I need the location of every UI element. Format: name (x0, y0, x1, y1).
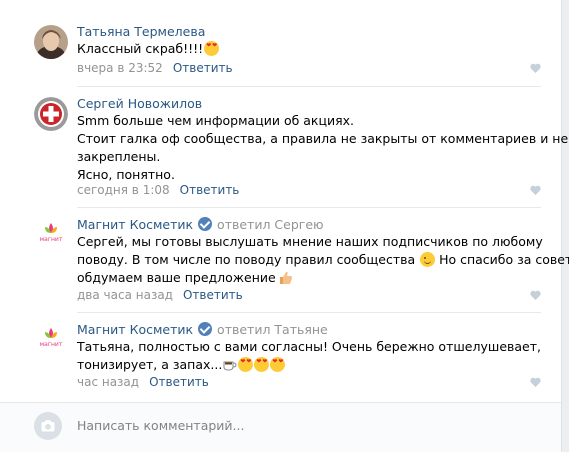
verified-icon (198, 217, 213, 231)
comment-time[interactable]: сегодня в 1:08 (77, 183, 170, 197)
avatar[interactable] (34, 25, 68, 59)
heart-eyes-emoji (204, 41, 220, 56)
logo-text: магнит (40, 236, 63, 243)
heart-icon[interactable] (530, 185, 541, 195)
comment-time[interactable]: вчера в 23:52 (77, 61, 163, 75)
divider (77, 207, 541, 208)
avatar[interactable] (34, 97, 68, 131)
comment-text: Татьяна, полностью с вами согласны! Очен… (77, 338, 547, 374)
logo-text: магнит (40, 341, 63, 348)
comment-time[interactable]: два часа назад (77, 288, 173, 302)
heart-icon[interactable] (530, 377, 541, 387)
comment-meta: сегодня в 1:08 Ответить (77, 182, 239, 198)
comments-panel: Татьяна Термелева Классный скраб!!!! вче… (0, 0, 569, 452)
reply-button[interactable]: Ответить (180, 183, 240, 197)
thumbs-up-emoji (279, 271, 292, 284)
comment-author[interactable]: Сергей Новожилов (77, 96, 202, 112)
comment-author[interactable]: Магнит Косметик ответил Татьяне (77, 322, 328, 338)
verified-icon (198, 322, 213, 336)
heart-eyes-emoji (254, 357, 270, 372)
comment-text: Классный скраб!!!! (77, 40, 547, 58)
coffee-emoji (223, 361, 237, 371)
wink-emoji (420, 252, 436, 267)
heart-icon[interactable] (530, 290, 541, 300)
reply-button[interactable]: Ответить (149, 375, 209, 389)
comment-meta: час назад Ответить (77, 374, 209, 390)
divider (77, 312, 541, 313)
heart-eyes-emoji (238, 357, 254, 372)
reply-to-label[interactable]: ответил Сергею (217, 217, 324, 232)
heart-icon[interactable] (530, 63, 541, 73)
comment-input[interactable]: Написать комментарий... (77, 418, 244, 433)
comment-time[interactable]: час назад (77, 375, 139, 389)
divider (77, 86, 541, 87)
comment-author[interactable]: Магнит Косметик ответил Сергею (77, 217, 324, 233)
comment-author[interactable]: Татьяна Термелева (77, 24, 205, 40)
reply-button[interactable]: Ответить (183, 288, 243, 302)
comment-meta: вчера в 23:52 Ответить (77, 60, 233, 76)
comment-composer: Написать комментарий... (0, 402, 561, 452)
comment-text: Сергей, мы готовы выслушать мнение наших… (77, 234, 569, 285)
reply-to-label[interactable]: ответил Татьяне (217, 322, 328, 337)
camera-icon[interactable] (34, 412, 62, 440)
comment-text: Smm больше чем информации об акциях. Сто… (77, 113, 569, 182)
comment-meta: два часа назад Ответить (77, 287, 243, 303)
avatar[interactable]: магнит (34, 323, 68, 357)
avatar[interactable]: магнит (34, 218, 68, 252)
reply-button[interactable]: Ответить (173, 61, 233, 75)
heart-eyes-emoji (270, 357, 286, 372)
